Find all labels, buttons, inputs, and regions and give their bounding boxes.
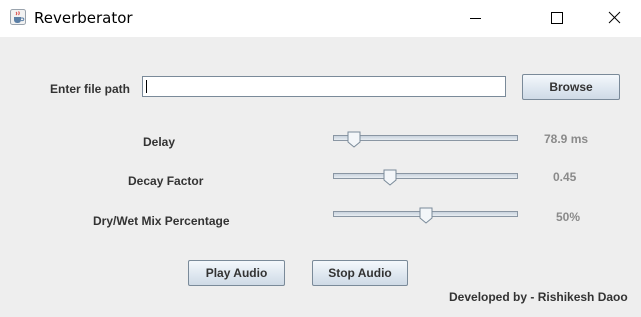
- reverberator-window: Reverberator Enter file path Browse Dela…: [0, 0, 641, 317]
- dry-wet-mix-value: 50%: [556, 210, 581, 224]
- delay-label: Delay: [143, 135, 176, 149]
- minimize-button[interactable]: [452, 0, 498, 37]
- dry-wet-mix-slider[interactable]: [333, 207, 518, 224]
- dry-wet-mix-slider-thumb[interactable]: [419, 207, 433, 224]
- delay-slider-thumb[interactable]: [347, 131, 361, 148]
- developer-credit: Developed by - Rishikesh Daoo: [449, 290, 628, 304]
- play-audio-button[interactable]: Play Audio: [188, 260, 285, 286]
- delay-slider[interactable]: [333, 131, 518, 148]
- text-caret: [146, 80, 147, 93]
- minimize-icon: [470, 18, 481, 19]
- file-path-input[interactable]: [142, 76, 506, 97]
- decay-factor-slider[interactable]: [333, 169, 518, 186]
- title-bar: Reverberator: [0, 0, 641, 37]
- decay-factor-slider-track: [333, 173, 518, 179]
- file-path-label: Enter file path: [50, 82, 131, 96]
- close-icon: [608, 11, 621, 24]
- window-title: Reverberator: [34, 9, 133, 27]
- java-coffee-cup-icon[interactable]: [10, 9, 26, 25]
- decay-factor-value: 0.45: [553, 170, 577, 184]
- maximize-icon: [551, 12, 563, 24]
- decay-factor-slider-thumb[interactable]: [383, 169, 397, 186]
- decay-factor-label: Decay Factor: [128, 174, 204, 188]
- dry-wet-mix-label: Dry/Wet Mix Percentage: [93, 214, 230, 228]
- close-button[interactable]: [591, 0, 637, 37]
- delay-value: 78.9 ms: [544, 132, 589, 146]
- browse-button[interactable]: Browse: [522, 74, 620, 100]
- maximize-button[interactable]: [533, 0, 579, 37]
- stop-audio-button[interactable]: Stop Audio: [312, 260, 408, 286]
